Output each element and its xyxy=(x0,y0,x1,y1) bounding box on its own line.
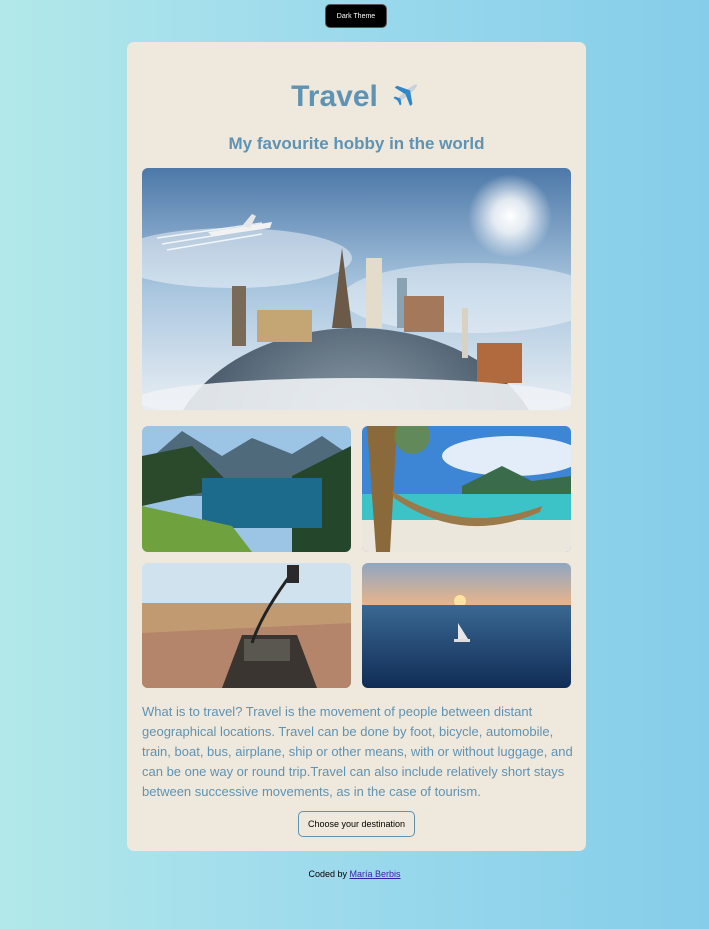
travel-card: Travel My favourite hobby in the world W… xyxy=(127,42,586,851)
beach-hammock-photo xyxy=(362,426,571,552)
mountain-lake-photo xyxy=(142,426,351,552)
page-subtitle: My favourite hobby in the world xyxy=(228,134,485,153)
airplane-icon xyxy=(392,78,422,116)
choose-destination-button[interactable]: Choose your destination xyxy=(298,811,415,837)
dark-theme-button[interactable]: Dark Theme xyxy=(325,4,387,28)
page-title: Travel xyxy=(127,78,586,116)
description-text: What is to travel? Travel is the movemen… xyxy=(142,704,573,799)
footer-credit: Coded by María Berbis xyxy=(0,869,709,879)
author-link[interactable]: María Berbis xyxy=(350,869,401,879)
world-landmarks-globe-photo xyxy=(142,168,571,410)
helicopter-cockpit-photo xyxy=(142,563,351,688)
footer-prefix: Coded by xyxy=(308,869,347,879)
sunset-sailboat-photo xyxy=(362,563,571,688)
title-text: Travel xyxy=(291,80,378,113)
